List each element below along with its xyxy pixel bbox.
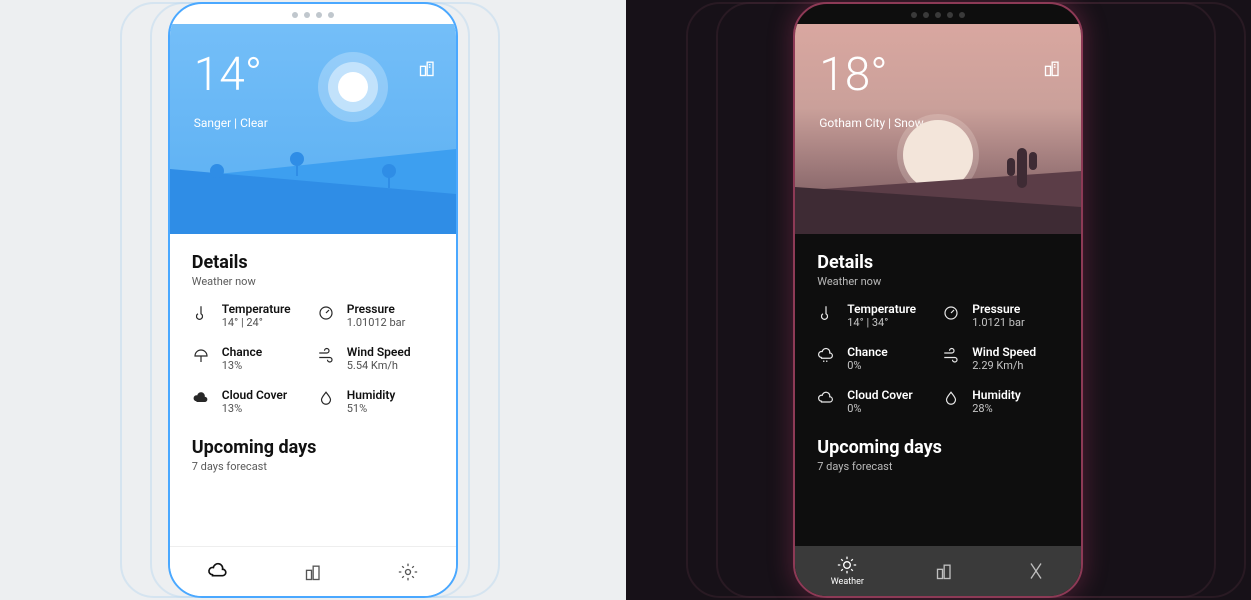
city-icon[interactable] [418, 58, 438, 78]
gauge-icon [942, 304, 962, 322]
phone-dark: 18° Gotham City | Snow Details Weather n… [793, 2, 1083, 598]
rain-icon [817, 347, 837, 365]
upcoming-subtitle: 7 days forecast [817, 460, 1059, 473]
nav-locations[interactable] [304, 562, 324, 582]
status-bar [795, 4, 1081, 24]
bottom-nav: Weather [795, 546, 1081, 596]
metric-cloud: Cloud Cover0% [817, 388, 934, 415]
details-subtitle: Weather now [192, 275, 434, 288]
metric-chance: Chance13% [192, 345, 309, 372]
thermometer-icon [817, 304, 837, 322]
hero-section: 14° Sanger | Clear [170, 24, 456, 234]
status-bar [170, 4, 456, 24]
metric-temperature: Temperature14° | 34° [817, 302, 934, 329]
current-temp: 18° [819, 48, 887, 102]
umbrella-icon [192, 347, 212, 365]
metric-wind: Wind Speed2.29 Km/h [942, 345, 1059, 372]
upcoming-title: Upcoming days [192, 437, 434, 458]
metrics-grid: Temperature14° | 24° Pressure1.01012 bar… [192, 302, 434, 415]
metric-pressure: Pressure1.0121 bar [942, 302, 1059, 329]
droplet-icon [942, 390, 962, 408]
upcoming-title: Upcoming days [817, 437, 1059, 458]
gauge-icon [317, 304, 337, 322]
cloud-icon [192, 390, 212, 408]
light-theme-panel: 14° Sanger | Clear Details Weather now [0, 0, 626, 600]
metrics-grid: Temperature14° | 34° Pressure1.0121 bar … [817, 302, 1059, 415]
location-condition: Gotham City | Snow [819, 116, 923, 130]
sun-icon [318, 52, 388, 122]
upcoming-subtitle: 7 days forecast [192, 460, 434, 473]
wind-icon [942, 347, 962, 365]
metric-humidity: Humidity51% [317, 388, 434, 415]
cloud-icon [817, 390, 837, 408]
metric-temperature: Temperature14° | 24° [192, 302, 309, 329]
details-title: Details [192, 252, 434, 273]
nav-settings[interactable] [1026, 561, 1046, 581]
metric-cloud: Cloud Cover13% [192, 388, 309, 415]
dark-theme-panel: 18° Gotham City | Snow Details Weather n… [626, 0, 1251, 600]
nav-locations[interactable] [935, 561, 955, 581]
nav-weather[interactable]: Weather [831, 555, 864, 587]
wind-icon [317, 347, 337, 365]
city-icon[interactable] [1043, 58, 1063, 78]
nav-settings[interactable] [398, 562, 418, 582]
droplet-icon [317, 390, 337, 408]
current-temp: 14° [194, 48, 262, 102]
details-section: Details Weather now Temperature14° | 34°… [795, 234, 1081, 473]
details-section: Details Weather now Temperature14° | 24°… [170, 234, 456, 473]
details-title: Details [817, 252, 1059, 273]
hero-section: 18° Gotham City | Snow [795, 24, 1081, 234]
metric-wind: Wind Speed5.54 Km/h [317, 345, 434, 372]
nav-weather[interactable] [207, 561, 229, 583]
metric-humidity: Humidity28% [942, 388, 1059, 415]
cactus-icon [1017, 148, 1027, 188]
details-subtitle: Weather now [817, 275, 1059, 288]
metric-pressure: Pressure1.01012 bar [317, 302, 434, 329]
metric-chance: Chance0% [817, 345, 934, 372]
location-condition: Sanger | Clear [194, 116, 268, 130]
bottom-nav [170, 546, 456, 596]
thermometer-icon [192, 304, 212, 322]
phone-light: 14° Sanger | Clear Details Weather now [168, 2, 458, 598]
